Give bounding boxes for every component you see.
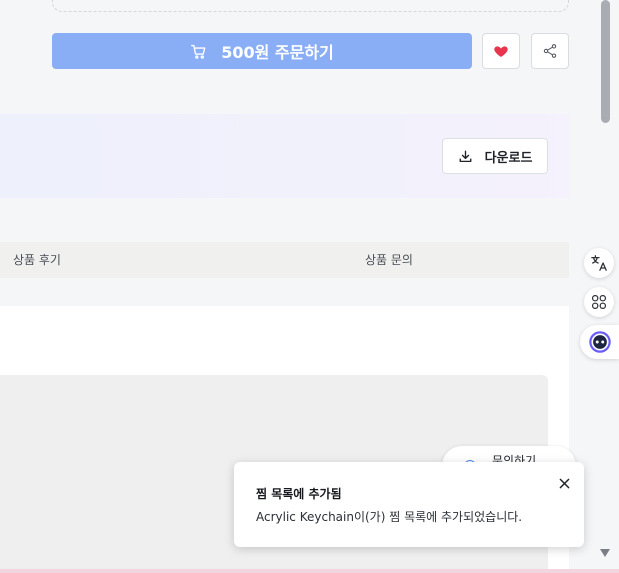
order-button-label: 500원 주문하기 bbox=[221, 43, 334, 62]
assistant-button[interactable] bbox=[580, 325, 619, 359]
toast-message: Acrylic Keychain이(가) 찜 목록에 추가되었습니다. bbox=[256, 510, 523, 524]
triangle-down-icon bbox=[600, 549, 610, 557]
toast-title: 찜 목록에 추가됨 bbox=[256, 487, 342, 501]
share-icon bbox=[543, 44, 557, 58]
apps-icon bbox=[592, 295, 606, 309]
translate-button[interactable] bbox=[584, 248, 614, 278]
cart-icon bbox=[191, 44, 206, 59]
apps-button[interactable] bbox=[584, 287, 614, 317]
scroll-down-arrow[interactable] bbox=[599, 547, 611, 559]
download-button-label: 다운로드 bbox=[484, 150, 533, 166]
share-button[interactable] bbox=[531, 33, 569, 69]
bottom-divider bbox=[0, 569, 619, 573]
favorite-button[interactable] bbox=[482, 33, 520, 69]
tab-qna[interactable]: 상품 문의 bbox=[365, 242, 413, 278]
toast-notification: 찜 목록에 추가됨 Acrylic Keychain이(가) 찜 목록에 추가되… bbox=[234, 462, 584, 547]
close-button[interactable] bbox=[554, 473, 574, 493]
product-tabs: 상품 후기 상품 문의 bbox=[0, 242, 569, 278]
tab-reviews[interactable]: 상품 후기 bbox=[13, 242, 61, 278]
download-icon bbox=[459, 150, 472, 162]
close-icon bbox=[559, 478, 569, 488]
heart-icon bbox=[494, 46, 508, 57]
scrollbar-thumb[interactable] bbox=[601, 0, 610, 123]
assistant-icon bbox=[588, 331, 611, 353]
download-button[interactable]: 다운로드 bbox=[442, 138, 548, 174]
translate-icon bbox=[591, 255, 607, 271]
upload-area bbox=[52, 0, 569, 12]
order-button[interactable]: 500원 주문하기 bbox=[52, 33, 472, 69]
